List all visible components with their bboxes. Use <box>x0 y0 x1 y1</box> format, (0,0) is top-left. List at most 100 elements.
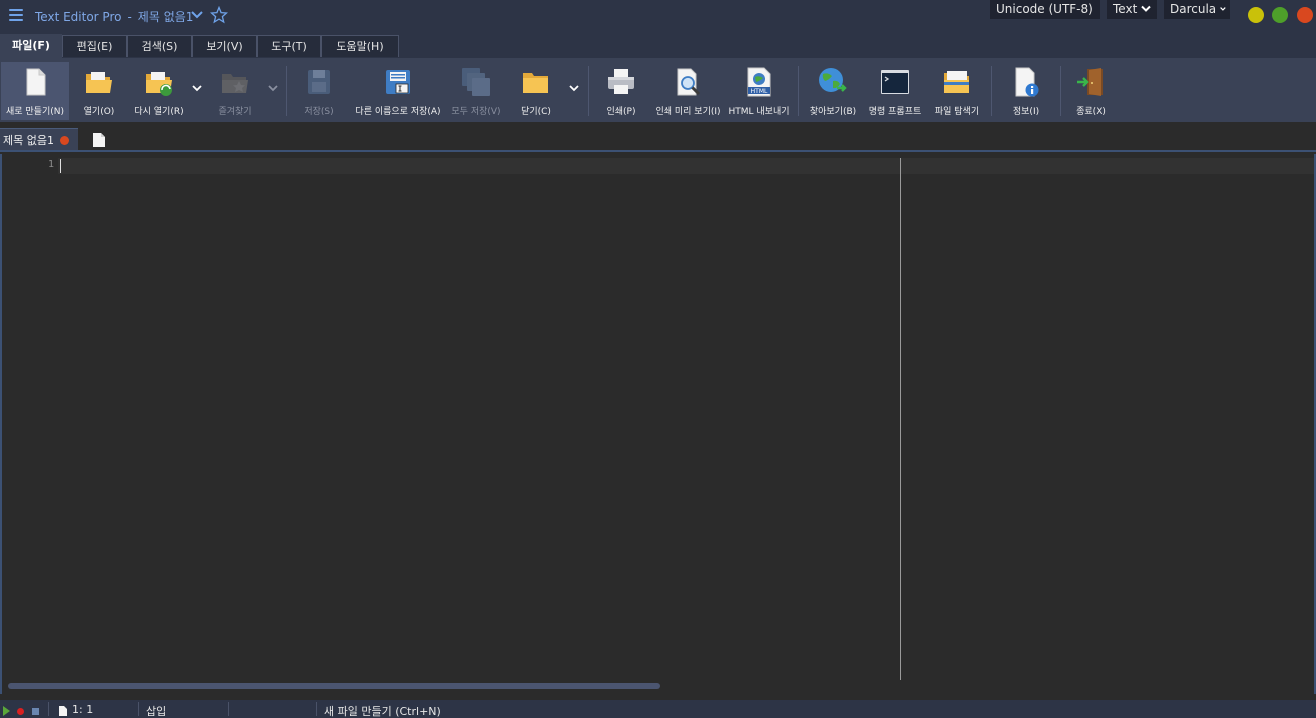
horizontal-scrollbar[interactable] <box>6 682 1312 690</box>
html-icon-text: HTML <box>751 88 768 95</box>
scrollbar-thumb[interactable] <box>8 683 660 689</box>
line-number: 1 <box>47 159 54 170</box>
print-preview-button[interactable]: 인쇄 미리 보기(I) <box>652 62 724 120</box>
terminal-icon <box>881 70 909 94</box>
tab-view[interactable]: 보기(V) <box>192 35 257 57</box>
title-bar: Text Editor Pro - 제목 없음1 Unicode (UTF-8) T… <box>0 0 1316 34</box>
minimize-button[interactable] <box>1248 7 1264 23</box>
modified-indicator-icon <box>60 136 69 145</box>
status-divider <box>138 702 139 716</box>
save-as-label: 다른 이름으로 저장(A) <box>355 107 441 117</box>
status-divider <box>48 702 49 716</box>
stop-macro-icon[interactable] <box>32 708 39 715</box>
printer-icon <box>608 69 634 94</box>
new-file-button[interactable]: 새로 만들기(N) <box>1 62 69 120</box>
html-export-icon: HTML <box>747 67 771 97</box>
open-label: 열기(O) <box>83 107 115 117</box>
theme-value: Darcula <box>1170 2 1217 16</box>
exit-button[interactable]: 종료(X) <box>1066 62 1116 120</box>
print-preview-label: 인쇄 미리 보기(I) <box>655 107 721 117</box>
new-file-label: 새로 만들기(N) <box>5 107 65 117</box>
open-folder-icon <box>86 72 112 93</box>
editor-area[interactable]: 1 <box>0 154 1316 694</box>
cursor-position: 1: 1 <box>72 703 94 716</box>
file-explorer-label: 파일 탐색기 <box>934 107 980 117</box>
ribbon-divider <box>1060 66 1061 116</box>
status-divider <box>228 702 229 716</box>
tab-file[interactable]: 파일(F) <box>0 34 62 58</box>
save-all-icon <box>462 68 490 96</box>
record-macro-icon[interactable] <box>17 708 24 715</box>
exit-label: 종료(X) <box>1076 107 1106 117</box>
status-bar: 1: 1 삽입 새 파일 만들기 (Ctrl+N) <box>0 700 1316 718</box>
save-label: 저장(S) <box>304 107 334 117</box>
document-tab[interactable]: 제목 없음1 <box>0 128 78 150</box>
save-button[interactable]: 저장(S) <box>292 62 346 120</box>
save-all-button[interactable]: 모두 저장(V) <box>448 62 504 120</box>
star-icon[interactable] <box>210 6 228 24</box>
favorites-button[interactable]: 즐겨찾기 <box>205 62 265 120</box>
right-margin-guide <box>900 158 901 680</box>
save-as-button[interactable]: 다른 이름으로 저장(A) <box>352 62 444 120</box>
reopen-label: 다시 열기(R) <box>134 107 184 117</box>
ribbon-divider <box>798 66 799 116</box>
theme-dropdown[interactable]: Darcula <box>1164 0 1230 19</box>
tab-tools[interactable]: 도구(T) <box>257 35 321 57</box>
print-button[interactable]: 인쇄(P) <box>596 62 646 120</box>
tab-search[interactable]: 검색(S) <box>127 35 192 57</box>
ribbon-divider <box>286 66 287 116</box>
browse-label: 찾아보기(B) <box>809 107 857 117</box>
language-dropdown[interactable]: Text <box>1107 0 1157 19</box>
maximize-button[interactable] <box>1272 7 1288 23</box>
chevron-down-icon <box>1220 7 1226 11</box>
app-name: Text Editor Pro <box>35 10 122 24</box>
close-button[interactable] <box>1297 7 1313 23</box>
menu-bar: 파일(F) 편집(E) 검색(S) 보기(V) 도구(T) 도움말(H) <box>0 34 1316 58</box>
chevron-down-icon <box>1141 5 1151 12</box>
reopen-folder-icon <box>146 72 172 96</box>
info-document-icon <box>1015 67 1039 97</box>
reopen-button[interactable]: 다시 열기(R) <box>128 62 190 120</box>
html-export-label: HTML 내보내기 <box>728 107 790 117</box>
print-preview-icon <box>677 68 701 96</box>
document-tab-bar: 제목 없음1 <box>0 122 1316 152</box>
current-line-highlight <box>58 158 1314 174</box>
html-export-button[interactable]: HTML HTML 내보내기 <box>726 62 792 120</box>
language-value: Text <box>1113 2 1138 16</box>
ribbon-toolbar: 새로 만들기(N) 열기(O) 다시 열기(R) 즐겨찾기 저장(S) 다른 이… <box>0 58 1316 122</box>
browse-button[interactable]: 찾아보기(B) <box>806 62 860 120</box>
file-explorer-button[interactable]: 파일 탐색기 <box>928 62 986 120</box>
chevron-down-icon[interactable] <box>568 82 580 94</box>
close-file-button[interactable]: 닫기(C) <box>510 62 562 120</box>
tab-help[interactable]: 도움말(H) <box>321 35 399 57</box>
floppy-disk-icon <box>308 70 330 94</box>
chevron-down-icon[interactable] <box>190 8 204 22</box>
text-editor-window: Text Editor Pro - 제목 없음1 Unicode (UTF-8) T… <box>0 0 1316 718</box>
close-folder-icon <box>523 73 548 93</box>
command-prompt-button[interactable]: 명령 프롬프트 <box>864 62 926 120</box>
line-number-gutter: 1 <box>4 159 58 173</box>
ribbon-divider <box>991 66 992 116</box>
info-button[interactable]: 정보(I) <box>1000 62 1052 120</box>
print-label: 인쇄(P) <box>606 107 636 117</box>
tab-edit[interactable]: 편집(E) <box>62 35 127 57</box>
play-macro-icon[interactable] <box>3 706 10 716</box>
chevron-down-icon[interactable] <box>191 82 203 94</box>
close-file-label: 닫기(C) <box>521 107 551 117</box>
ribbon-divider <box>588 66 589 116</box>
encoding-dropdown[interactable]: Unicode (UTF-8) <box>990 0 1100 19</box>
title-separator: - <box>127 10 132 24</box>
save-all-label: 모두 저장(V) <box>451 107 501 117</box>
open-button[interactable]: 열기(O) <box>72 62 126 120</box>
chevron-down-icon[interactable] <box>267 82 279 94</box>
info-label: 정보(I) <box>1012 107 1040 117</box>
favorites-folder-icon <box>222 74 248 93</box>
new-tab-icon[interactable] <box>92 132 106 148</box>
globe-icon <box>819 68 847 92</box>
hamburger-icon[interactable] <box>9 9 23 21</box>
save-as-icon <box>386 70 410 94</box>
window-title: Text Editor Pro - 제목 없음1 <box>35 8 193 25</box>
text-caret <box>60 159 61 173</box>
insert-mode[interactable]: 삽입 <box>146 703 166 718</box>
encoding-value: Unicode (UTF-8) <box>996 2 1093 16</box>
